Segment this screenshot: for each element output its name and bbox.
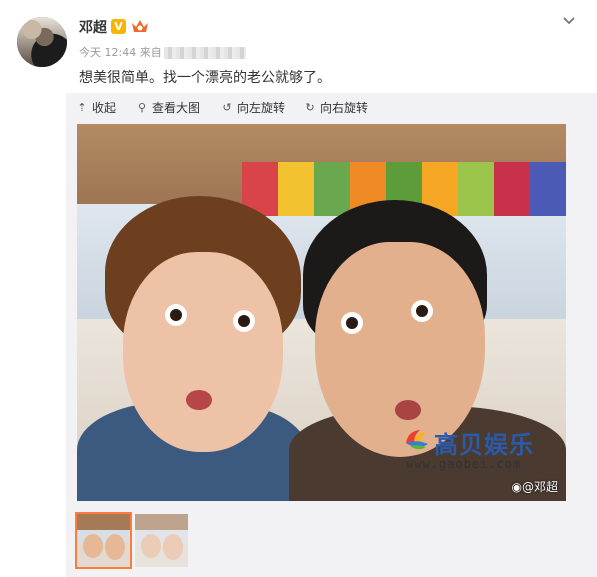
blurred-source (163, 47, 246, 59)
post-meta: 今天 12:44 来自 (79, 44, 246, 60)
collapse-button[interactable]: ⇡ 收起 (76, 99, 116, 116)
media-panel: ⇡ 收起 ⚲ 查看大图 ↺ 向左旋转 ↻ 向右旋转 ◉@邓超 (66, 93, 597, 577)
chevron-down-icon[interactable] (561, 13, 577, 29)
author-name[interactable]: 邓超 (79, 17, 107, 37)
post-time[interactable]: 今天 12:44 (79, 46, 136, 59)
weibo-logo-icon: ◉ (511, 480, 522, 494)
collapse-arrow-icon: ⇡ (77, 101, 87, 114)
brand-watermark: 高贝娱乐 www.gaobei.com (404, 427, 533, 479)
magnifier-icon: ⚲ (137, 101, 147, 114)
rotate-right-icon: ↻ (305, 101, 315, 114)
member-crown-icon (132, 20, 148, 32)
thumbnail-1[interactable] (75, 512, 132, 569)
photo-watermark: ◉@邓超 (511, 480, 559, 494)
post-source-label: 来自 (139, 46, 162, 59)
rotate-left-icon: ↺ (222, 101, 232, 114)
post-text: 想美很简单。找一个漂亮的老公就够了。 (79, 70, 331, 86)
verified-badge-icon: V (111, 19, 126, 34)
brand-url: www.gaobei.com (406, 457, 522, 471)
rotate-left-button[interactable]: ↺ 向左旋转 (221, 99, 285, 116)
brand-logo-icon (406, 430, 428, 450)
brand-name: 高贝娱乐 (434, 430, 534, 459)
avatar[interactable] (17, 17, 67, 67)
weibo-post-card: 邓超 V 今天 12:44 来自 想美很简单。找一个漂亮的老公就够了。 ⇡ 收起 … (0, 0, 597, 577)
thumbnail-2[interactable] (135, 514, 188, 567)
view-large-button[interactable]: ⚲ 查看大图 (136, 99, 200, 116)
rotate-right-button[interactable]: ↻ 向右旋转 (304, 99, 368, 116)
